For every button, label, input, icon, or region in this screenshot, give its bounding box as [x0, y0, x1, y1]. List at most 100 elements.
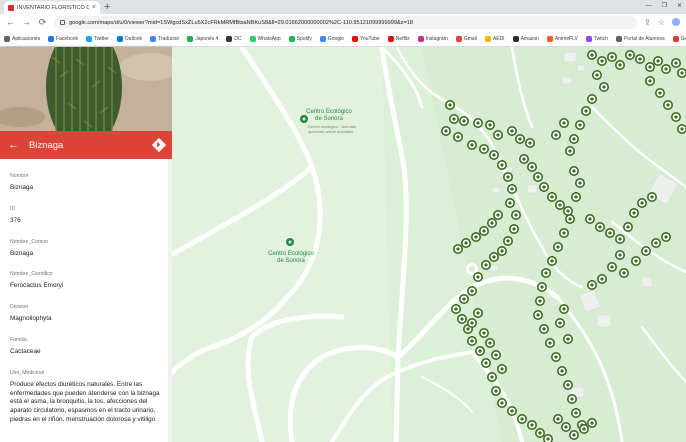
plant-marker-dot: [540, 285, 544, 289]
bookmark-item[interactable]: Japonés 4: [187, 35, 218, 42]
plant-marker-dot: [570, 397, 574, 401]
tab-close-icon[interactable]: ×: [92, 4, 96, 11]
plant-marker-dot: [680, 71, 684, 75]
bookmark-item[interactable]: Instagram: [417, 35, 448, 42]
plant-marker-dot: [554, 133, 558, 137]
bookmark-item[interactable]: AnimeFLV: [546, 35, 578, 42]
plant-marker-dot: [488, 341, 492, 345]
plant-marker-dot: [562, 231, 566, 235]
bookmark-item[interactable]: Traductor: [150, 35, 180, 42]
maximize-icon[interactable]: ❐: [662, 0, 667, 12]
plant-marker-dot: [536, 313, 540, 317]
plant-marker-dot: [530, 423, 534, 427]
bookmark-favicon-icon: [512, 35, 519, 42]
back-arrow-icon[interactable]: ←: [8, 139, 19, 151]
plant-marker-dot: [664, 235, 668, 239]
plant-marker-dot: [556, 245, 560, 249]
field-nombre-comun: Nombre_Comun Biznaga: [10, 239, 166, 259]
bookmark-item[interactable]: AEDI: [484, 35, 505, 42]
new-tab-button[interactable]: +: [104, 1, 110, 13]
back-button[interactable]: ←: [6, 18, 15, 27]
plant-marker-dot: [482, 331, 486, 335]
plant-marker-dot: [476, 311, 480, 315]
close-window-icon[interactable]: ✕: [677, 0, 682, 12]
field-id: ID 376: [10, 206, 166, 226]
bookmark-item[interactable]: Amazon: [512, 35, 539, 42]
plant-marker-dot: [496, 213, 500, 217]
plant-marker-dot: [600, 59, 604, 63]
bookmark-label: YouTube: [360, 35, 380, 42]
bookmark-item[interactable]: Portal de Alumnos: [616, 35, 665, 42]
plant-marker-dot: [518, 137, 522, 141]
plant-marker-dot: [562, 307, 566, 311]
tab-strip: INVENTARIO FLORISTICO CES - ... × + — ❐ …: [0, 0, 686, 14]
poi-label-mid[interactable]: Centro Ecológico de Sonora: [264, 251, 318, 265]
bookmark-item[interactable]: WhatsApp: [249, 35, 281, 42]
forward-button[interactable]: →: [22, 18, 31, 27]
bookmark-item[interactable]: GetComics: [672, 35, 686, 42]
bookmark-favicon-icon: [417, 35, 424, 42]
plant-marker-dot: [588, 217, 592, 221]
plant-marker-dot: [582, 427, 586, 431]
bookmark-item[interactable]: Outlook: [116, 35, 142, 42]
poi-sublabel-top: Centro ecológico · Anímate aprender, sob…: [308, 124, 357, 134]
poi-label-top[interactable]: Centro Ecológico de Sonora: [302, 109, 356, 123]
plant-marker-dot: [666, 103, 670, 107]
plant-marker-dot: [658, 91, 662, 95]
plant-marker-dot: [640, 201, 644, 205]
field-value: Biznaga: [10, 184, 34, 191]
plant-marker-dot: [490, 375, 494, 379]
plant-marker-dot: [522, 157, 526, 161]
bookmark-favicon-icon: [226, 35, 233, 42]
window-controls: — ❐ ✕: [646, 0, 682, 12]
bookmark-label: Netflix: [395, 35, 410, 42]
field-uso-medicinal: Uso_Medicinal Produce efectos diuréticos…: [10, 370, 166, 425]
plant-marker-dot: [572, 137, 576, 141]
profile-avatar[interactable]: [672, 18, 680, 26]
plant-marker-dot: [680, 127, 684, 131]
minimize-icon[interactable]: —: [646, 0, 652, 12]
plant-marker-dot: [456, 247, 460, 251]
map-canvas[interactable]: Centro Ecológico de Sonora Centro ecológ…: [172, 47, 686, 442]
address-bar[interactable]: google.com/maps/d/u/0/viewer?mid=1SWgcdS…: [54, 16, 638, 29]
bookmark-item[interactable]: Twitch: [585, 35, 608, 42]
bookmark-label: Traductor: [158, 35, 180, 42]
field-label: Familia: [10, 336, 27, 343]
reload-button[interactable]: ⟳: [38, 18, 47, 27]
bookmark-item[interactable]: DC: [226, 35, 242, 42]
bookmark-favicon-icon: [352, 35, 359, 42]
browser-toolbar: ← → ⟳ google.com/maps/d/u/0/viewer?mid=1…: [0, 14, 686, 31]
browser-tab[interactable]: INVENTARIO FLORISTICO CES - ... ×: [4, 1, 100, 14]
plant-marker-dot: [454, 307, 458, 311]
plant-marker-dot: [520, 417, 524, 421]
bookmark-label: Google: [327, 35, 345, 42]
field-familia: Familia Cactaceae: [10, 337, 166, 357]
bookmark-item[interactable]: Spotify: [288, 35, 312, 42]
toolbar-actions: ⇪ ☆: [644, 18, 680, 27]
plant-marker-dot: [444, 129, 448, 133]
bookmark-item[interactable]: Gmail: [455, 35, 477, 42]
plant-marker-dot: [558, 321, 562, 325]
map-graphics: [172, 47, 686, 442]
directions-icon[interactable]: [151, 137, 167, 153]
share-icon[interactable]: ⇪: [644, 18, 651, 27]
bookmark-favicon-icon: [585, 35, 592, 42]
bookmark-item[interactable]: Twitter: [86, 35, 109, 42]
plant-marker-dot: [544, 271, 548, 275]
plant-marker-dot: [488, 123, 492, 127]
plant-marker-dot: [536, 175, 540, 179]
plant-marker-dot: [506, 175, 510, 179]
plant-marker-dot: [542, 185, 546, 189]
bookmark-item[interactable]: Google: [319, 35, 345, 42]
bookmark-item[interactable]: YouTube: [352, 35, 380, 42]
bookmark-item[interactable]: Aplicaciones: [4, 35, 40, 42]
bookmark-item[interactable]: Netflix: [387, 35, 410, 42]
bookmark-star-icon[interactable]: ☆: [658, 18, 665, 27]
bookmark-label: Gmail: [463, 35, 477, 42]
plant-marker-dot: [574, 195, 578, 199]
plant-marker-dot: [628, 53, 632, 57]
bookmark-favicon-icon: [319, 35, 326, 42]
bookmark-favicon-icon: [484, 35, 491, 42]
bookmark-item[interactable]: Facebook: [48, 35, 78, 42]
bookmark-favicon-icon: [616, 35, 623, 42]
